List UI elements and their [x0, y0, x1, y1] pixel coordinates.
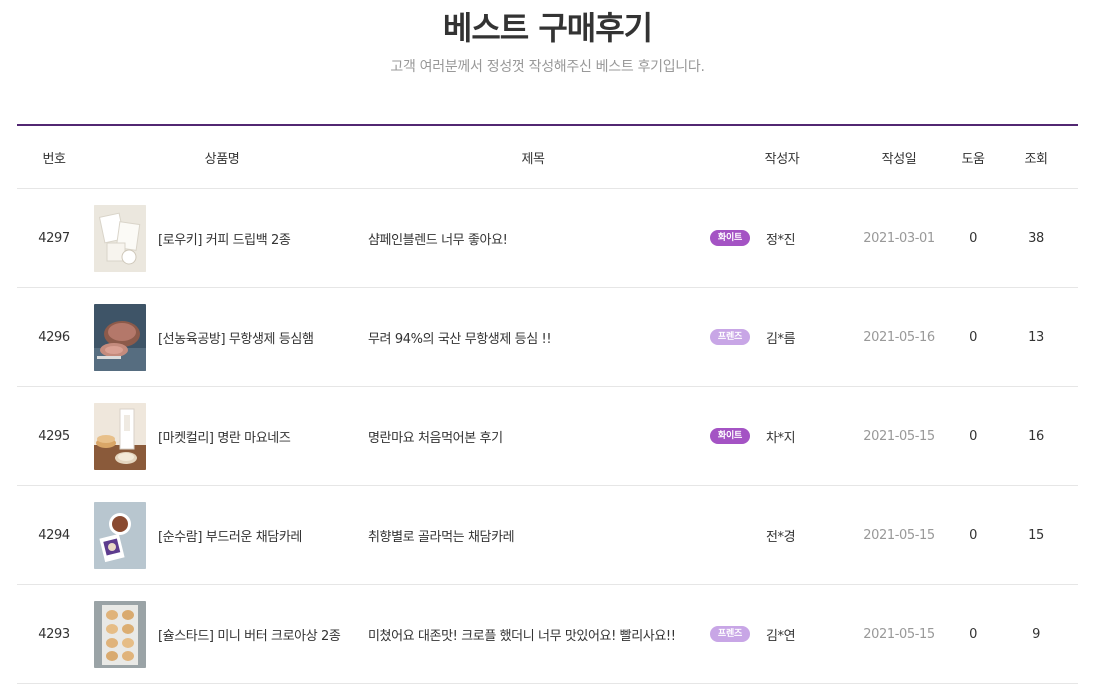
- review-number: 4296: [38, 329, 70, 345]
- column-header-date: 작성일: [881, 151, 917, 167]
- review-writer: 차*지: [766, 430, 796, 446]
- page-title: 베스트 구매후기: [442, 9, 653, 47]
- table-header-row: 번호 상품명 제목 작성자 작성일 도움 조회: [17, 126, 1078, 189]
- curry-thumbnail[interactable]: [94, 501, 146, 569]
- review-number: 4297: [38, 230, 70, 246]
- coffee-dripbag-thumbnail[interactable]: [94, 204, 146, 272]
- review-writer: 전*경: [766, 529, 796, 545]
- review-number: 4294: [38, 527, 70, 543]
- review-number: 4295: [38, 428, 70, 444]
- product-name-link[interactable]: [순수람] 부드러운 채담카레: [158, 486, 358, 584]
- review-title-link[interactable]: 미쳤어요 대존맛! 크로플 했더니 너무 맛있어요! 빨리사요!!: [368, 585, 708, 683]
- review-help-count: 0: [969, 230, 977, 246]
- croissant-thumbnail[interactable]: [94, 600, 146, 668]
- column-header-no: 번호: [42, 151, 66, 167]
- review-date: 2021-03-01: [863, 230, 935, 246]
- product-thumbnail-link[interactable]: [94, 486, 146, 584]
- review-view-count: 9: [1032, 626, 1040, 642]
- table-row[interactable]: 4296 [선농육공방] 무항생제 등심햄 무려 94%의 국산 무항생제 등심…: [17, 288, 1078, 387]
- review-writer: 김*연: [766, 628, 796, 644]
- table-row[interactable]: 4294 [순수람] 부드러운 채담카레 취향별로 골라먹는 채담카레 전*경 …: [17, 486, 1078, 585]
- page-subtitle: 고객 여러분께서 정성껏 작성해주신 베스트 후기입니다.: [390, 59, 705, 75]
- review-help-count: 0: [969, 428, 977, 444]
- product-name-link[interactable]: [슐스타드] 미니 버터 크로아상 2종: [158, 585, 358, 683]
- review-writer: 김*름: [766, 331, 796, 347]
- grade-badge-friends: 프렌즈: [709, 626, 751, 642]
- column-header-views: 조회: [1024, 151, 1048, 167]
- grade-badge-white: 화이트: [709, 428, 751, 444]
- review-view-count: 13: [1028, 329, 1044, 345]
- review-view-count: 38: [1028, 230, 1044, 246]
- table-row[interactable]: 4295 [마켓컬리] 명란 마요네즈 명란마요 처음먹어본 후기 화이트 차*…: [17, 387, 1078, 486]
- product-name-link[interactable]: [선농육공방] 무항생제 등심햄: [158, 288, 358, 386]
- review-help-count: 0: [969, 626, 977, 642]
- product-name-link[interactable]: [로우키] 커피 드립백 2종: [158, 189, 358, 287]
- grade-badge-friends: 프렌즈: [709, 329, 751, 345]
- product-thumbnail-link[interactable]: [94, 189, 146, 287]
- column-header-product: 상품명: [204, 151, 240, 167]
- product-thumbnail-link[interactable]: [94, 288, 146, 386]
- table-row[interactable]: 4297 [로우키] 커피 드립백 2종 샴페인블렌드 너무 좋아요! 화이트 …: [17, 189, 1078, 288]
- review-view-count: 15: [1028, 527, 1044, 543]
- review-help-count: 0: [969, 527, 977, 543]
- review-writer: 정*진: [766, 232, 796, 248]
- product-thumbnail-link[interactable]: [94, 387, 146, 485]
- member-grade-badge-cell: 화이트: [707, 387, 753, 485]
- product-name-link[interactable]: [마켓컬리] 명란 마요네즈: [158, 387, 358, 485]
- review-date: 2021-05-15: [863, 428, 935, 444]
- review-date: 2021-05-15: [863, 527, 935, 543]
- member-grade-badge-cell: 프렌즈: [707, 585, 753, 683]
- column-header-help: 도움: [961, 151, 985, 167]
- mayonnaise-thumbnail[interactable]: [94, 402, 146, 470]
- member-grade-badge-cell: 화이트: [707, 189, 753, 287]
- review-date: 2021-05-15: [863, 626, 935, 642]
- grade-badge-white: 화이트: [709, 230, 751, 246]
- review-title-link[interactable]: 샴페인블렌드 너무 좋아요!: [368, 189, 708, 287]
- review-title-link[interactable]: 명란마요 처음먹어본 후기: [368, 387, 708, 485]
- review-date: 2021-05-16: [863, 329, 935, 345]
- member-grade-badge-cell: 프렌즈: [707, 288, 753, 386]
- review-title-link[interactable]: 취향별로 골라먹는 채담카레: [368, 486, 708, 584]
- review-number: 4293: [38, 626, 70, 642]
- table-row[interactable]: 4293 [슐스타드] 미니 버터 크로아상 2종 미쳤어요 대존맛! 크로플: [17, 585, 1078, 684]
- product-thumbnail-link[interactable]: [94, 585, 146, 683]
- column-header-title: 제목: [521, 151, 545, 167]
- review-help-count: 0: [969, 329, 977, 345]
- ham-thumbnail[interactable]: [94, 303, 146, 371]
- column-header-writer: 작성자: [764, 151, 800, 167]
- review-board-table: 번호 상품명 제목 작성자 작성일 도움 조회 4297 [로우키] 커피 드립…: [17, 124, 1078, 684]
- review-view-count: 16: [1028, 428, 1044, 444]
- review-title-link[interactable]: 무려 94%의 국산 무항생제 등심 !!: [368, 288, 708, 386]
